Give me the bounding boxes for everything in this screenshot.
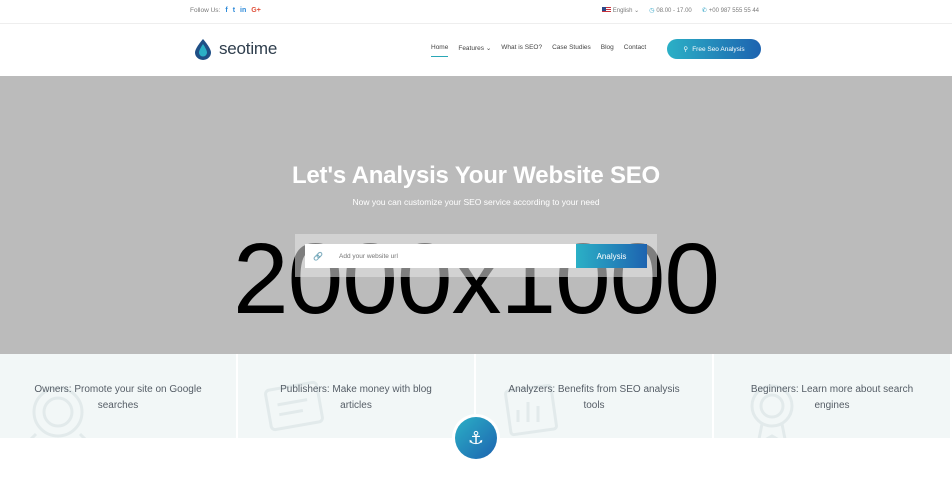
twitter-icon[interactable]: t — [233, 7, 235, 14]
main-nav: Home Features ⌄ What is SEO? Case Studie… — [431, 44, 646, 57]
website-url-input[interactable] — [339, 252, 559, 260]
feature-card-publishers[interactable]: Publishers: Make money with blog article… — [238, 354, 476, 438]
linkedin-icon[interactable]: in — [240, 7, 246, 14]
analysis-button[interactable]: Analysis — [576, 244, 647, 268]
follow-label: Follow Us: — [190, 7, 221, 14]
cta-label: Free Seo Analysis — [692, 45, 745, 53]
url-field-wrapper: 🔗 — [305, 244, 576, 268]
feature-text: Owners: Promote your site on Google sear… — [34, 384, 202, 411]
site-header: seotime Home Features ⌄ What is SEO? Cas… — [0, 24, 952, 76]
feature-card-owners[interactable]: Owners: Promote your site on Google sear… — [0, 354, 238, 438]
phone-number: ✆ +00 987 555 55 44 — [702, 7, 759, 14]
hero-title: Let's Analysis Your Website SEO — [291, 162, 661, 189]
analysis-form: 🔗 Analysis — [295, 234, 657, 277]
nav-what-is-seo[interactable]: What is SEO? — [501, 44, 542, 52]
follow-us: Follow Us: f t in G+ — [190, 7, 261, 14]
top-bar-info: English ⌄ ◷ 08.00 - 17.00 ✆ +00 987 555 55… — [601, 7, 759, 14]
us-flag-icon — [601, 7, 611, 14]
opening-hours: ◷ 08.00 - 17.00 — [649, 7, 692, 14]
water-drop-icon — [193, 38, 213, 60]
hours-label: 08.00 - 17.00 — [656, 8, 692, 14]
search-icon: ⚲ — [683, 46, 689, 53]
feature-text: Publishers: Make money with blog article… — [280, 384, 432, 411]
hero-subtitle: Now you can customize your SEO service a… — [352, 197, 600, 207]
free-seo-analysis-button[interactable]: ⚲ Free Seo Analysis — [667, 39, 761, 59]
feature-text: Beginners: Learn more about search engin… — [750, 384, 914, 411]
anchor-icon[interactable]: ⚓ — [455, 417, 497, 459]
language-selector[interactable]: English ⌄ — [601, 7, 640, 14]
nav-home[interactable]: Home — [431, 44, 449, 57]
feature-text: Analyzers: Benefits from SEO analysis to… — [508, 384, 680, 411]
phone-label: +00 987 555 55 44 — [708, 8, 759, 14]
google-plus-icon[interactable]: G+ — [251, 7, 261, 14]
language-label: English — [612, 8, 633, 14]
hero-section: 2000x1000 Let's Analysis Your Website SE… — [0, 76, 952, 354]
link-icon: 🔗 — [313, 251, 323, 261]
phone-icon: ✆ — [701, 8, 707, 14]
nav-blog[interactable]: Blog — [601, 44, 614, 52]
top-bar: Follow Us: f t in G+ English ⌄ ◷ 08.00 - … — [0, 0, 952, 24]
logo[interactable]: seotime — [193, 38, 277, 60]
nav-contact[interactable]: Contact — [624, 44, 646, 52]
nav-case-studies[interactable]: Case Studies — [552, 44, 591, 52]
nav-features-label: Features — [458, 45, 484, 52]
clock-icon: ◷ — [649, 8, 655, 14]
feature-card-analyzers[interactable]: Analyzers: Benefits from SEO analysis to… — [476, 354, 714, 438]
chevron-down-icon: ⌄ — [485, 45, 492, 52]
logo-text: seotime — [219, 39, 278, 58]
chevron-down-icon: ⌄ — [634, 8, 640, 14]
feature-card-beginners[interactable]: Beginners: Learn more about search engin… — [714, 354, 952, 438]
nav-features[interactable]: Features ⌄ — [458, 44, 491, 52]
facebook-icon[interactable]: f — [225, 7, 227, 14]
